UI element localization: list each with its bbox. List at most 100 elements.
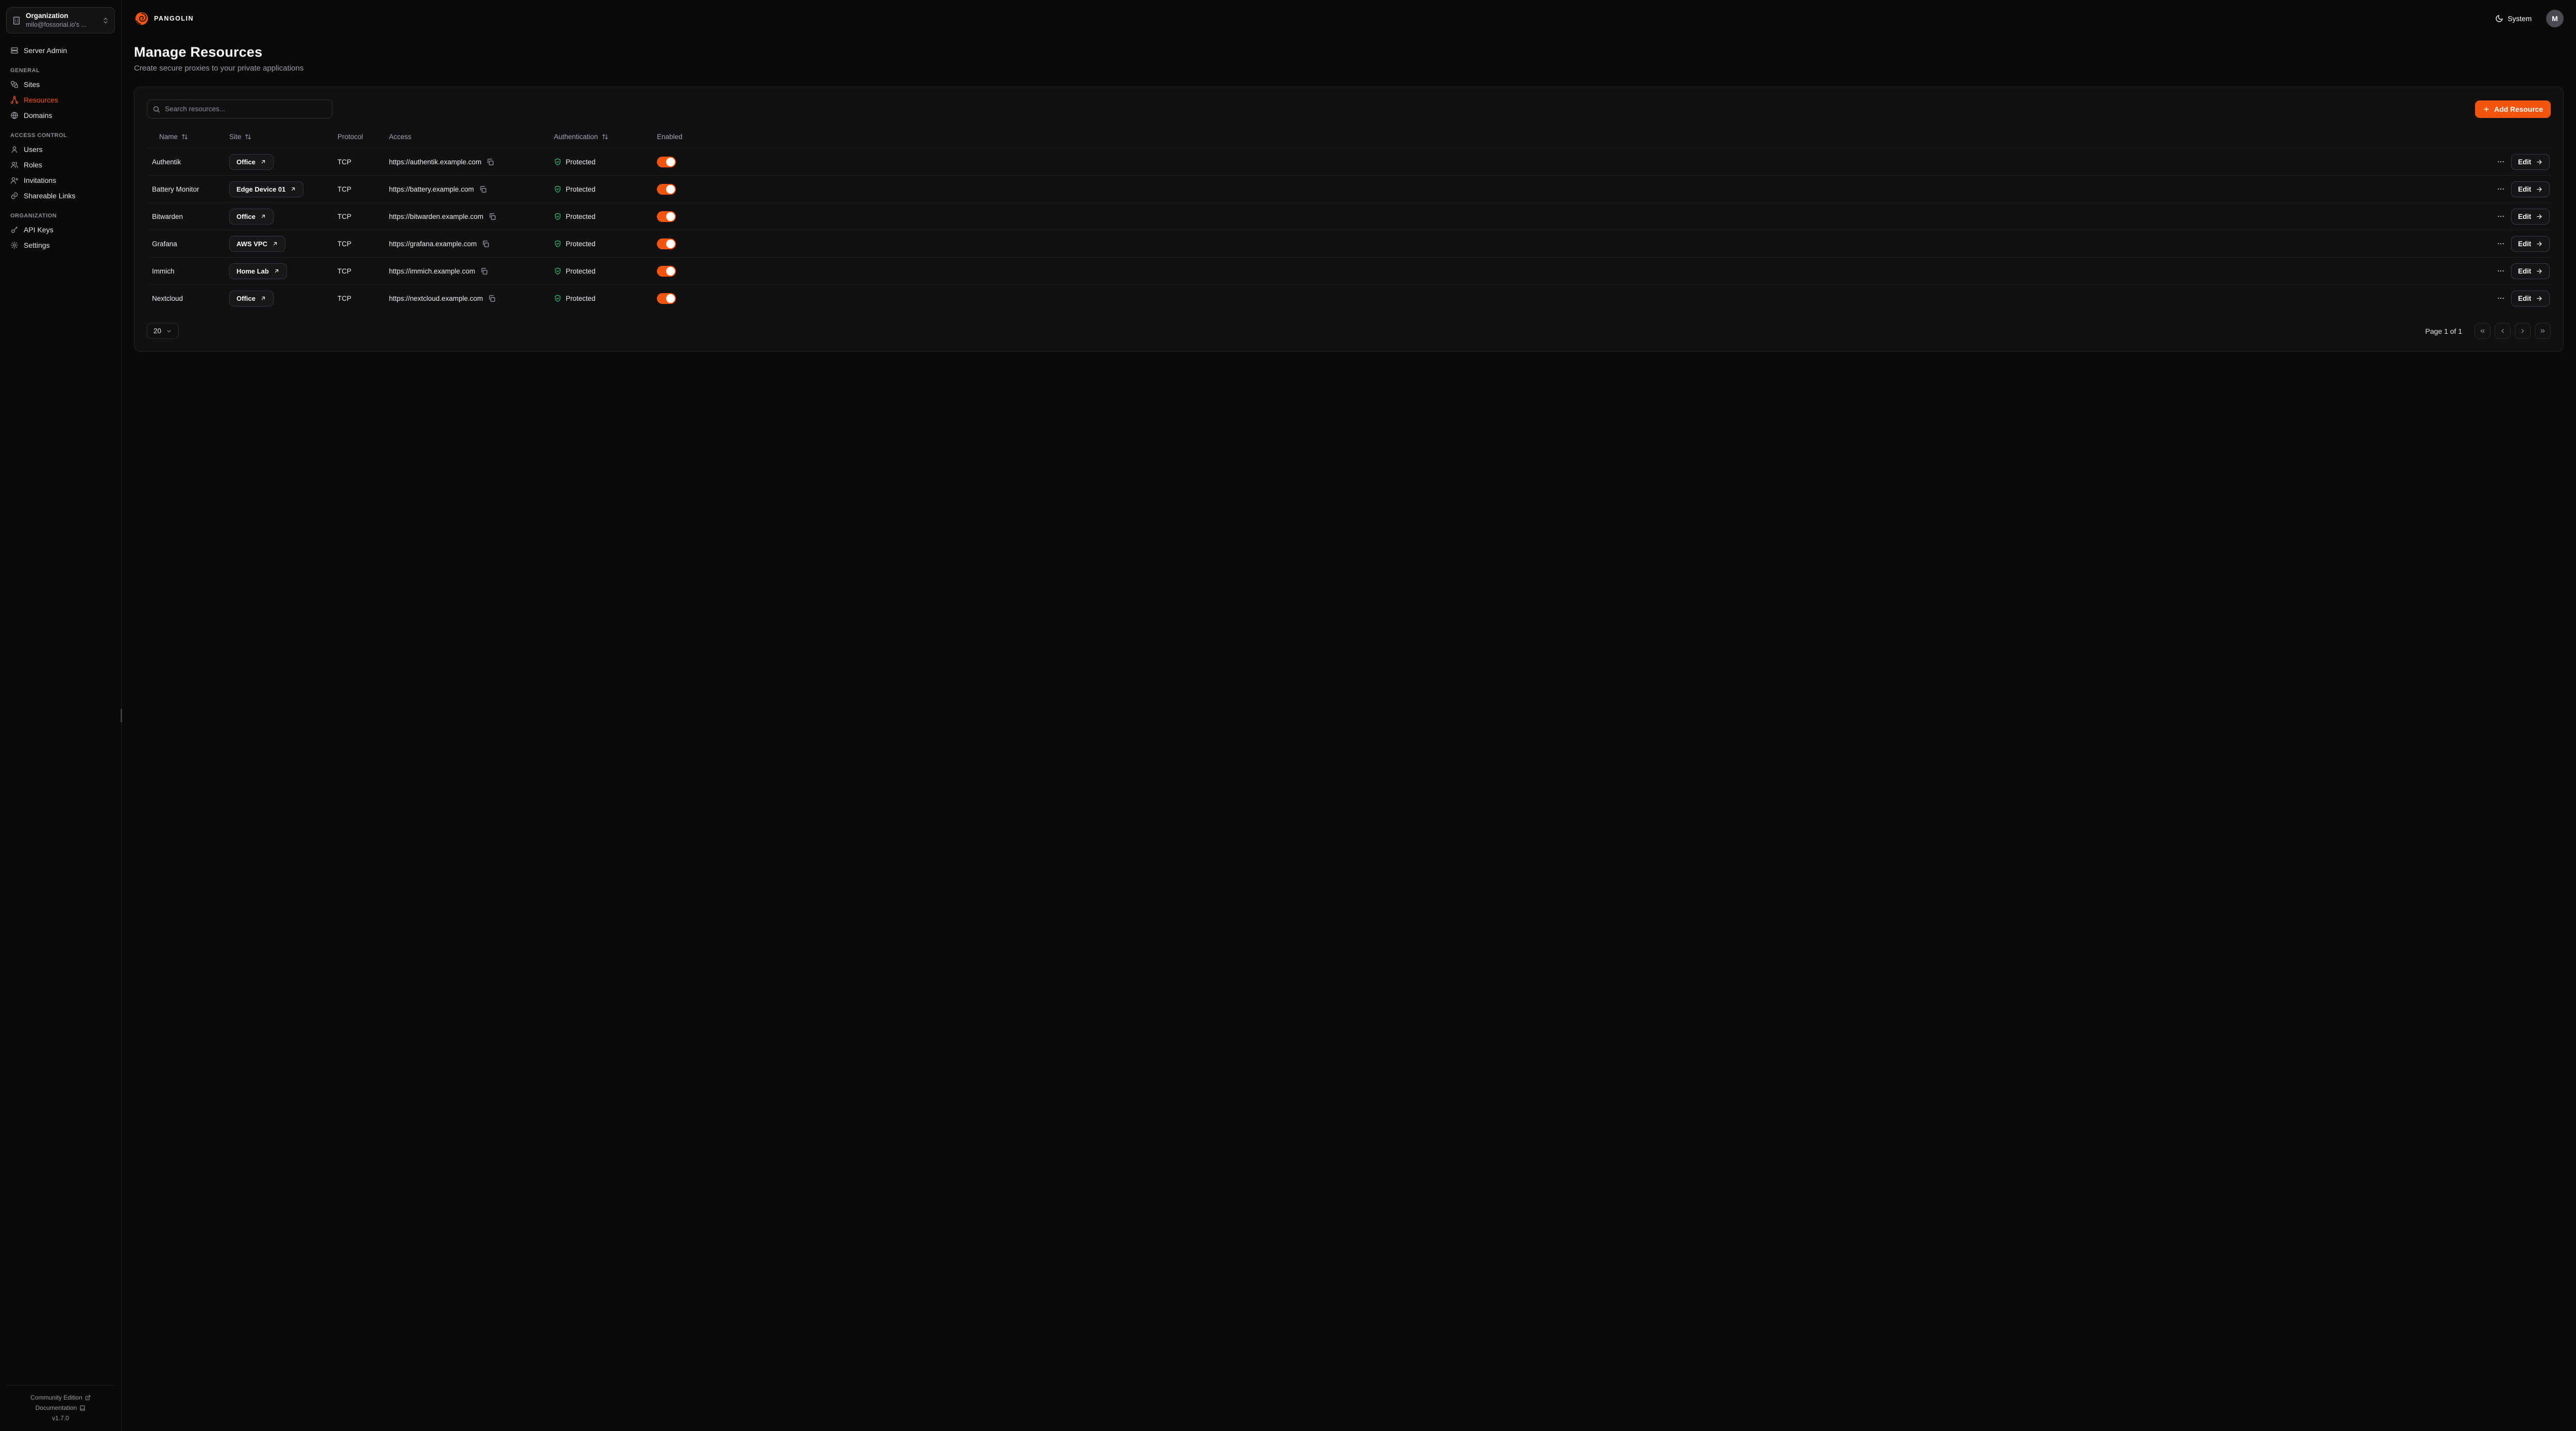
search-wrap [147, 99, 332, 118]
resource-name: Grafana [147, 240, 224, 248]
add-resource-button[interactable]: Add Resource [2475, 100, 2551, 118]
sites-icon [10, 80, 19, 89]
community-edition-link[interactable]: Community Edition [6, 1392, 115, 1403]
sidebar-item-api-keys[interactable]: API Keys [6, 222, 115, 237]
column-label: Authentication [554, 133, 598, 141]
org-selector[interactable]: Organization milo@fossorial.io's ... [6, 7, 115, 33]
org-text: Organization milo@fossorial.io's ... [26, 12, 97, 29]
site-link-button[interactable]: Office [229, 209, 274, 225]
copy-icon[interactable] [478, 184, 488, 194]
site-link-button[interactable]: Edge Device 01 [229, 181, 303, 197]
site-name: Office [236, 295, 256, 302]
row-menu-button[interactable] [2495, 237, 2507, 250]
copy-icon[interactable] [487, 212, 497, 222]
column-header-site: Site [224, 133, 332, 141]
sort-icon [245, 133, 251, 140]
copy-icon[interactable] [487, 294, 497, 303]
site-link-button[interactable]: Home Lab [229, 263, 287, 279]
chevrons-left-icon [2479, 328, 2486, 334]
previous-page-button[interactable] [2495, 323, 2511, 339]
row-menu-button[interactable] [2495, 183, 2507, 195]
resources-icon [10, 96, 19, 104]
enabled-cell [652, 266, 714, 277]
arrow-up-right-icon [260, 295, 266, 301]
search-icon [152, 105, 160, 113]
site-link-button[interactable]: Office [229, 154, 274, 170]
sidebar-item-label: Settings [24, 241, 50, 249]
edit-button[interactable]: Edit [2511, 209, 2550, 225]
edit-button[interactable]: Edit [2511, 181, 2550, 197]
sidebar-item-resources[interactable]: Resources [6, 92, 115, 108]
roles-icon [10, 161, 19, 169]
row-menu-button[interactable] [2495, 292, 2507, 304]
enabled-toggle[interactable] [657, 238, 676, 249]
protocol-value: TCP [332, 158, 384, 166]
sort-icon [181, 133, 188, 140]
sidebar-item-domains[interactable]: Domains [6, 108, 115, 123]
resource-name: Nextcloud [147, 295, 224, 302]
site-name: AWS VPC [236, 240, 267, 248]
app-root: Organization milo@fossorial.io's ... Ser… [0, 0, 2576, 1431]
actions-cell: Edit [714, 236, 2551, 252]
sidebar-item-label: Domains [24, 111, 52, 120]
enabled-toggle[interactable] [657, 211, 676, 222]
sort-by-site-button[interactable]: Site [229, 133, 251, 141]
search-input[interactable] [147, 99, 332, 118]
sidebar-item-settings[interactable]: Settings [6, 237, 115, 253]
site-cell: Office [224, 154, 332, 170]
edit-button[interactable]: Edit [2511, 236, 2550, 252]
copy-icon[interactable] [481, 239, 490, 249]
sidebar-item-roles[interactable]: Roles [6, 157, 115, 173]
column-label: Site [229, 133, 241, 141]
table-row: Grafana AWS VPC TCP https://grafana.exam… [147, 230, 2551, 257]
site-name: Edge Device 01 [236, 185, 285, 193]
access-url: https://nextcloud.example.com [389, 295, 483, 302]
actions-cell: Edit [714, 154, 2551, 170]
enabled-toggle[interactable] [657, 184, 676, 195]
arrow-right-icon [2536, 295, 2543, 302]
table-body: Authentik Office TCP https://authentik.e… [147, 148, 2551, 312]
sidebar-item-server-admin[interactable]: Server Admin [6, 43, 115, 58]
edit-label: Edit [2518, 158, 2532, 166]
page-size-select[interactable]: 20 [147, 323, 179, 339]
table-row: Immich Home Lab TCP https://immich.examp… [147, 257, 2551, 284]
authentication-status: Protected [566, 267, 596, 275]
documentation-link[interactable]: Documentation [6, 1403, 115, 1413]
sidebar-item-users[interactable]: Users [6, 142, 115, 157]
theme-toggle-button[interactable]: System [2492, 14, 2535, 23]
resource-name: Immich [147, 267, 224, 275]
enabled-toggle[interactable] [657, 157, 676, 167]
authentication-status: Protected [566, 240, 596, 248]
avatar[interactable]: M [2546, 10, 2564, 27]
enabled-toggle[interactable] [657, 266, 676, 277]
row-menu-button[interactable] [2495, 265, 2507, 277]
site-link-button[interactable]: Office [229, 291, 274, 306]
row-menu-button[interactable] [2495, 210, 2507, 223]
enabled-toggle[interactable] [657, 293, 676, 304]
edit-label: Edit [2518, 185, 2532, 193]
arrow-up-right-icon [290, 186, 296, 192]
sort-by-name-button[interactable]: Name [159, 133, 188, 141]
site-link-button[interactable]: AWS VPC [229, 236, 285, 252]
arrow-right-icon [2536, 213, 2543, 220]
copy-icon[interactable] [485, 157, 495, 167]
edit-button[interactable]: Edit [2511, 263, 2550, 279]
first-page-button[interactable] [2475, 323, 2490, 339]
globe-icon [10, 111, 19, 120]
sort-by-authentication-button[interactable]: Authentication [554, 133, 608, 141]
protocol-value: TCP [332, 267, 384, 275]
enabled-cell [652, 211, 714, 222]
chevrons-up-down-icon [102, 17, 109, 24]
sidebar-resize-handle[interactable] [121, 709, 122, 722]
sidebar-item-sites[interactable]: Sites [6, 77, 115, 92]
authentication-status: Protected [566, 213, 596, 220]
copy-icon[interactable] [479, 266, 489, 276]
edit-button[interactable]: Edit [2511, 291, 2550, 306]
last-page-button[interactable] [2535, 323, 2551, 339]
sidebar-item-invitations[interactable]: Invitations [6, 173, 115, 188]
next-page-button[interactable] [2515, 323, 2531, 339]
row-menu-button[interactable] [2495, 156, 2507, 168]
sidebar-item-shareable-links[interactable]: Shareable Links [6, 188, 115, 203]
user-icon [10, 145, 19, 154]
edit-button[interactable]: Edit [2511, 154, 2550, 170]
